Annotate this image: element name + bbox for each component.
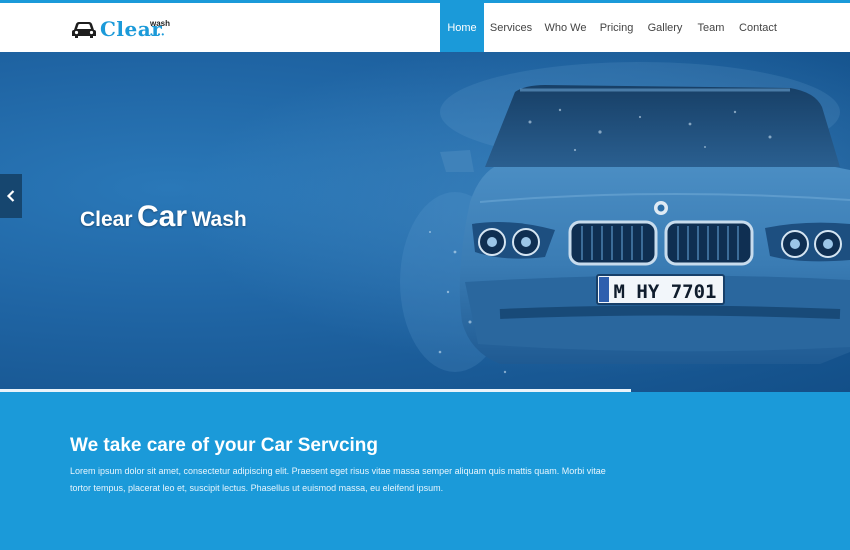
hero-title-word-3: Wash — [191, 208, 247, 231]
nav-gallery[interactable]: Gallery — [640, 3, 690, 52]
nav-pricing[interactable]: Pricing — [593, 3, 640, 52]
page: Clear wash •••• Home Services Who We Pri… — [0, 0, 850, 550]
nav-contact[interactable]: Contact — [732, 3, 784, 52]
nav-team-label: Team — [697, 21, 725, 34]
logo[interactable]: Clear wash •••• — [71, 15, 180, 43]
nav-home[interactable]: Home — [440, 3, 484, 52]
site-header: Clear wash •••• Home Services Who We Pri… — [0, 3, 850, 52]
slider-prev-button[interactable] — [0, 174, 22, 218]
nav-gallery-label: Gallery — [647, 21, 683, 34]
hero-title: Clear Car Wash — [80, 200, 247, 234]
hero-title-word-2: Car — [136, 200, 188, 233]
logo-sub: wash — [150, 19, 171, 28]
car-icon — [72, 22, 96, 38]
nav-contact-label: Contact — [739, 21, 777, 34]
intro-title: We take care of your Car Servcing — [70, 435, 378, 456]
nav-services[interactable]: Services — [484, 3, 538, 52]
nav-who-we[interactable]: Who We — [538, 3, 593, 52]
nav-team[interactable]: Team — [690, 3, 732, 52]
nav-who-we-label: Who We — [544, 21, 587, 34]
logo-dots: •••• — [150, 30, 166, 39]
intro-text: Lorem ipsum dolor sit amet, consectetur … — [70, 466, 606, 493]
hero-slider: M HY 7701 Clear Car Wash — [0, 52, 850, 392]
nav-services-label: Services — [489, 21, 533, 34]
nav-home-label: Home — [447, 21, 477, 34]
nav-pricing-label: Pricing — [599, 21, 634, 34]
intro-section: We take care of your Car Servcing Lorem … — [0, 392, 850, 550]
license-plate: M HY 7701 — [614, 281, 717, 303]
hero-title-word-1: Clear — [80, 208, 133, 231]
main-nav: Home Services Who We Pricing Gallery Tea… — [440, 3, 784, 52]
chevron-left-icon — [6, 190, 15, 202]
logo-text: Clear wash •••• — [100, 15, 180, 43]
